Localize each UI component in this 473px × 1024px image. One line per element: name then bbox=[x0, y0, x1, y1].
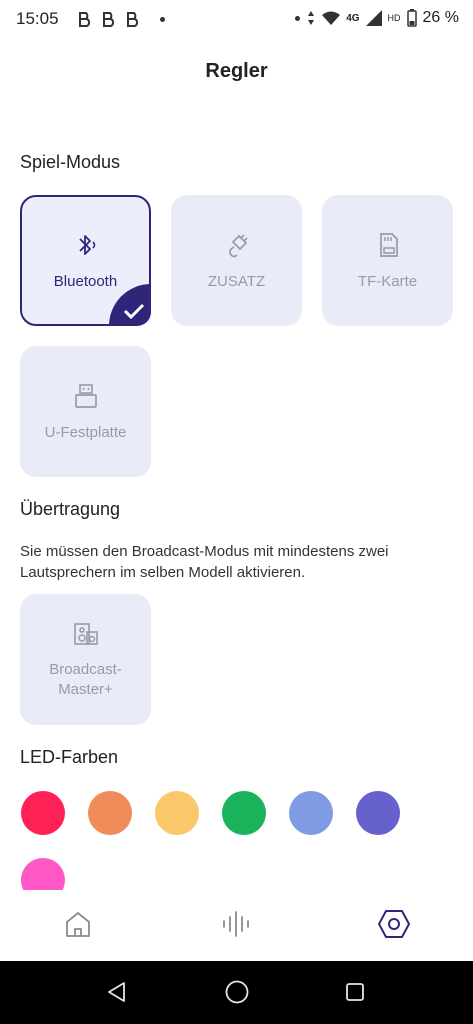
mode-usb-tile[interactable]: U-Festplatte bbox=[20, 346, 151, 477]
mode-label: TF-Karte bbox=[357, 272, 418, 290]
mode-label: U-Festplatte bbox=[44, 423, 127, 441]
led-title: LED-Farben bbox=[20, 747, 119, 767]
home-icon bbox=[66, 912, 90, 937]
back-icon bbox=[108, 982, 125, 1002]
notification-icon bbox=[127, 12, 139, 27]
mode-aux-tile[interactable]: ZUSATZ bbox=[171, 195, 302, 326]
usb-drive-icon bbox=[74, 383, 97, 408]
nav-home[interactable] bbox=[58, 904, 98, 944]
notification-icon bbox=[103, 12, 115, 27]
broadcast-label-line2: Master+ bbox=[58, 680, 113, 698]
broadcast-label: Broadcast- Master+ bbox=[49, 660, 122, 700]
speaker-icon bbox=[73, 622, 98, 645]
system-nav-bar bbox=[0, 961, 473, 1024]
system-recents-button[interactable] bbox=[340, 977, 370, 1007]
status-notifications bbox=[78, 11, 165, 27]
system-back-button[interactable] bbox=[102, 977, 132, 1007]
play-mode-title: Spiel-Modus bbox=[20, 152, 121, 172]
led-color-red[interactable] bbox=[21, 791, 65, 835]
hd-icon: HD bbox=[387, 13, 401, 23]
battery-level: 26 % bbox=[422, 9, 459, 26]
vibrate-icon bbox=[308, 11, 315, 25]
home-circle-icon bbox=[225, 980, 249, 1004]
battery-icon bbox=[406, 9, 417, 27]
bluetooth-icon bbox=[78, 234, 95, 255]
bottom-nav bbox=[0, 890, 473, 960]
mode-tf-card-tile[interactable]: TF-Karte bbox=[322, 195, 453, 326]
network-type: 4G bbox=[346, 12, 360, 24]
status-bar: 15:05 4G HD 26 % bbox=[0, 0, 473, 38]
mode-bluetooth-tile[interactable]: Bluetooth bbox=[20, 195, 151, 326]
dot-icon bbox=[160, 16, 165, 22]
led-color-orange[interactable] bbox=[88, 791, 132, 835]
dot-icon bbox=[295, 15, 301, 21]
nav-equalizer[interactable] bbox=[216, 904, 256, 944]
led-color-purple[interactable] bbox=[356, 791, 400, 835]
status-time: 15:05 bbox=[16, 9, 59, 28]
status-right: 4G HD 26 % bbox=[295, 9, 459, 27]
broadcast-master-tile[interactable]: Broadcast- Master+ bbox=[20, 594, 151, 725]
broadcast-title: Übertragung bbox=[20, 499, 121, 519]
nav-settings[interactable] bbox=[374, 904, 414, 944]
led-color-light-blue[interactable] bbox=[289, 791, 333, 835]
check-icon bbox=[123, 303, 145, 320]
broadcast-label-line1: Broadcast- bbox=[49, 660, 122, 678]
sd-card-icon bbox=[379, 232, 398, 257]
recents-icon bbox=[346, 983, 364, 1001]
led-color-yellow[interactable] bbox=[155, 791, 199, 835]
notification-icon bbox=[79, 12, 91, 27]
mode-label: Bluetooth bbox=[53, 272, 118, 290]
page-title: Regler bbox=[205, 60, 268, 82]
signal-icon bbox=[365, 10, 382, 26]
wifi-icon bbox=[322, 11, 341, 25]
settings-icon bbox=[378, 910, 410, 938]
aux-cable-icon bbox=[228, 233, 248, 257]
broadcast-description: Sie müssen den Broadcast-Modus mit minde… bbox=[20, 543, 389, 581]
led-color-green[interactable] bbox=[222, 791, 266, 835]
equalizer-icon bbox=[223, 911, 249, 937]
mode-label: ZUSATZ bbox=[207, 272, 266, 290]
system-home-button[interactable] bbox=[222, 977, 252, 1007]
